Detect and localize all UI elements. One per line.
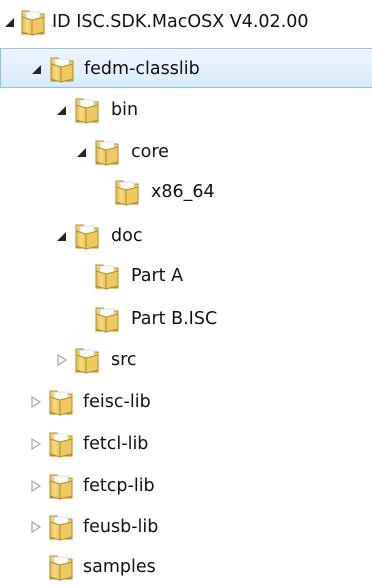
tree-item-label: x86_64 bbox=[151, 182, 215, 202]
expanded-arrow-icon[interactable] bbox=[56, 103, 68, 117]
folder-icon bbox=[49, 432, 73, 458]
tree-item-fetcl-lib[interactable]: fetcl-lib bbox=[0, 424, 372, 464]
folder-icon bbox=[95, 307, 119, 333]
folder-icon bbox=[49, 555, 73, 581]
collapsed-arrow-icon[interactable] bbox=[30, 479, 42, 493]
tree-item-samples[interactable]: samples bbox=[0, 547, 372, 587]
tree-item-x86-64[interactable]: x86_64 bbox=[0, 172, 372, 212]
tree-item-label: feusb-lib bbox=[83, 517, 159, 537]
tree-item-label: src bbox=[111, 350, 137, 370]
tree-item-feisc-lib[interactable]: feisc-lib bbox=[0, 382, 372, 422]
tree-item-bin[interactable]: bin bbox=[0, 90, 372, 130]
expanded-arrow-icon[interactable] bbox=[31, 62, 43, 76]
folder-icon bbox=[95, 264, 119, 290]
tree-item-label: ID ISC.SDK.MacOSX V4.02.00 bbox=[52, 12, 309, 32]
folder-icon bbox=[75, 224, 99, 250]
tree-item-label: feisc-lib bbox=[83, 392, 151, 412]
folder-icon bbox=[50, 57, 74, 83]
tree-item-core[interactable]: core bbox=[0, 132, 372, 172]
tree-item-fedm-classlib[interactable]: fedm-classlib bbox=[0, 48, 372, 88]
collapsed-arrow-icon[interactable] bbox=[56, 353, 68, 367]
tree-item-label: fetcl-lib bbox=[83, 434, 149, 454]
tree-item-src[interactable]: src bbox=[0, 340, 372, 380]
folder-icon bbox=[75, 348, 99, 374]
expanded-arrow-icon[interactable] bbox=[56, 229, 68, 243]
tree-item-feusb-lib[interactable]: feusb-lib bbox=[0, 507, 372, 547]
tree-item-label: fetcp-lib bbox=[83, 476, 155, 496]
tree-item-doc[interactable]: doc bbox=[0, 216, 372, 256]
tree-item-label: doc bbox=[111, 226, 143, 246]
tree-item-part-a[interactable]: Part A bbox=[0, 256, 372, 296]
tree-item-label: fedm-classlib bbox=[84, 59, 200, 79]
expanded-arrow-icon[interactable] bbox=[76, 145, 88, 159]
folder-icon bbox=[115, 180, 139, 206]
collapsed-arrow-icon[interactable] bbox=[30, 395, 42, 409]
tree-item-label: core bbox=[131, 142, 169, 162]
tree-item-label: samples bbox=[83, 557, 156, 577]
tree-item-label: Part A bbox=[131, 266, 184, 286]
folder-icon bbox=[49, 515, 73, 541]
folder-icon bbox=[49, 390, 73, 416]
folder-tree: ID ISC.SDK.MacOSX V4.02.00 fedm-classlib… bbox=[0, 0, 372, 587]
folder-icon bbox=[21, 10, 45, 36]
tree-item-label: Part B.ISC bbox=[131, 309, 218, 329]
collapsed-arrow-icon[interactable] bbox=[30, 520, 42, 534]
folder-icon bbox=[75, 98, 99, 124]
folder-icon bbox=[95, 140, 119, 166]
tree-item-fetcp-lib[interactable]: fetcp-lib bbox=[0, 466, 372, 506]
collapsed-arrow-icon[interactable] bbox=[30, 437, 42, 451]
tree-item-root[interactable]: ID ISC.SDK.MacOSX V4.02.00 bbox=[0, 2, 372, 42]
tree-item-part-b-isc[interactable]: Part B.ISC bbox=[0, 299, 372, 339]
expanded-arrow-icon[interactable] bbox=[4, 15, 16, 29]
folder-icon bbox=[49, 474, 73, 500]
tree-item-label: bin bbox=[111, 100, 139, 120]
